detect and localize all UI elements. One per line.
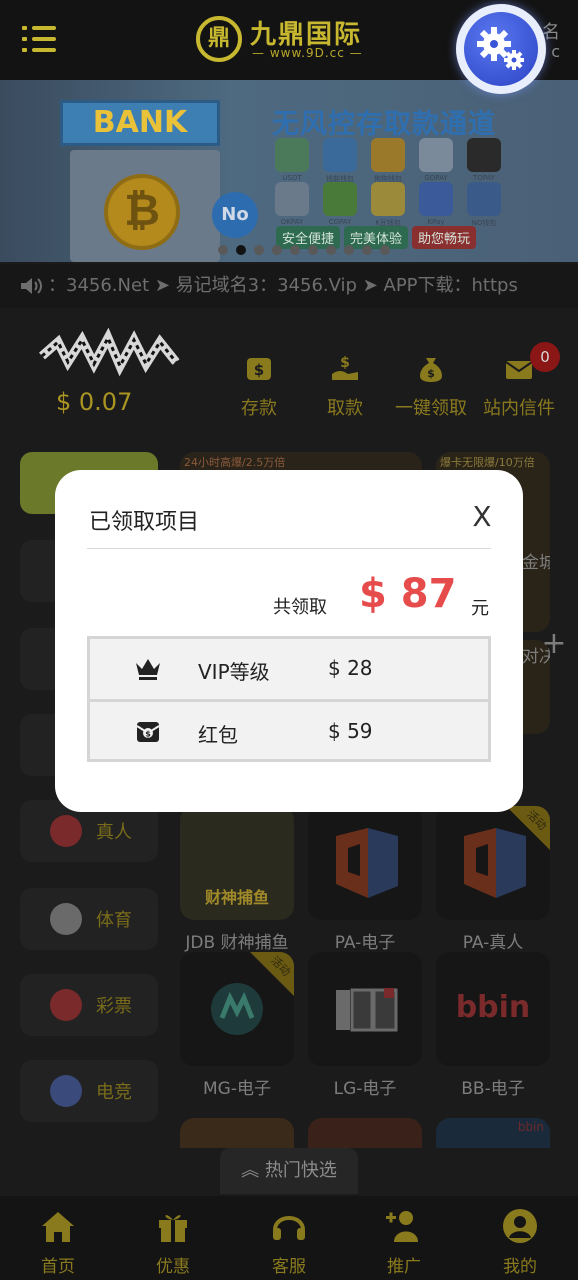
total-amount: $ 87 xyxy=(359,571,457,617)
table-row: VIP等级 $ 28 xyxy=(90,639,488,699)
total-label: 共领取 xyxy=(273,597,327,618)
crown-icon xyxy=(136,659,160,680)
svg-text:$: $ xyxy=(145,730,151,739)
modal-overlay: 已领取项目 X 共领取 $ 87 元 VIP等级 $ 28 $ 红包 $ 59 xyxy=(0,0,578,1280)
close-button[interactable]: X xyxy=(467,500,497,534)
table-row: $ 红包 $ 59 xyxy=(90,699,488,759)
item-amount: $ 28 xyxy=(328,656,373,680)
item-name: 红包 xyxy=(198,723,238,747)
claimed-items-dialog: 已领取项目 X 共领取 $ 87 元 VIP等级 $ 28 $ 红包 $ 59 xyxy=(55,470,523,812)
red-envelope-icon: $ xyxy=(136,722,160,742)
total-unit: 元 xyxy=(471,598,489,619)
item-amount: $ 59 xyxy=(328,719,373,743)
claimed-items-table: VIP等级 $ 28 $ 红包 $ 59 xyxy=(87,636,491,762)
item-name: VIP等级 xyxy=(198,660,270,684)
dialog-title: 已领取项目 xyxy=(89,510,200,535)
dialog-divider xyxy=(87,548,491,549)
